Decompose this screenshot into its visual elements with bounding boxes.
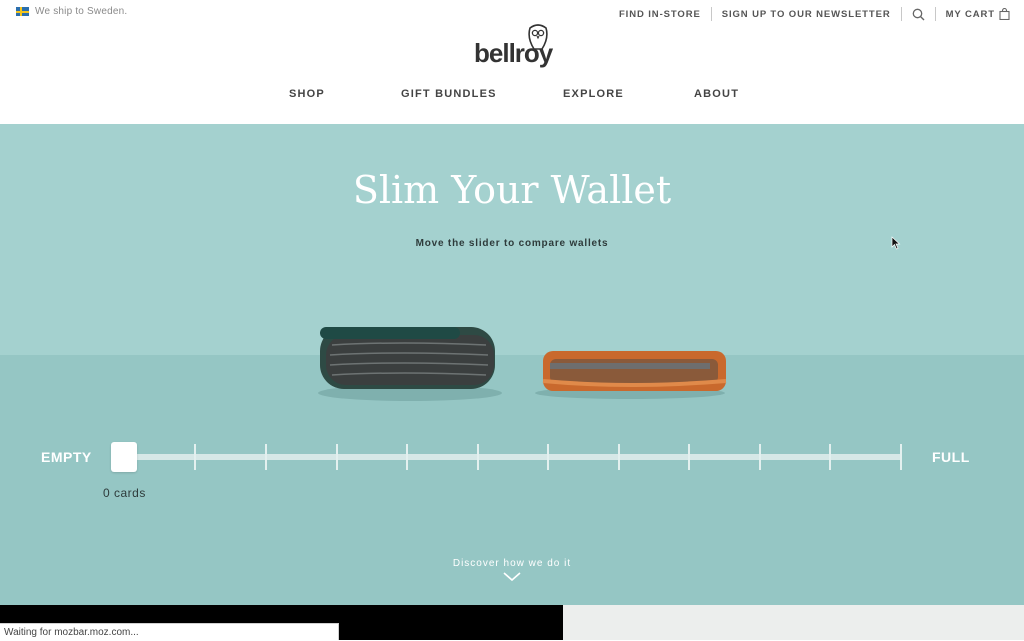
- browser-status-bar: Waiting for mozbar.moz.com...: [0, 623, 339, 640]
- search-icon[interactable]: [902, 8, 935, 21]
- card-count: 0 cards: [103, 486, 146, 500]
- sweden-flag-icon: [16, 7, 29, 16]
- slider-tick: [688, 444, 690, 470]
- slider-tick: [829, 444, 831, 470]
- slider-tick: [406, 444, 408, 470]
- slider-tick: [759, 444, 761, 470]
- wallet-comparison-image: [318, 327, 727, 401]
- chevron-down-icon[interactable]: [503, 572, 521, 582]
- discover-link[interactable]: Discover how we do it: [0, 558, 1024, 569]
- slider-tick: [477, 444, 479, 470]
- hero-section: Slim Your Wallet Move the slider to comp…: [0, 124, 1024, 605]
- slider-tick: [265, 444, 267, 470]
- logo-text: bellroy: [474, 38, 553, 68]
- cart-link[interactable]: MY CART: [936, 8, 1010, 20]
- slim-wallet: [542, 351, 727, 391]
- ship-notice: We ship to Sweden.: [16, 6, 127, 17]
- hero-title: Slim Your Wallet: [352, 168, 672, 212]
- nav-shop[interactable]: SHOP: [289, 88, 325, 100]
- slider-handle[interactable]: [111, 442, 137, 472]
- nav-explore[interactable]: EXPLORE: [563, 88, 624, 100]
- thick-wallet: [320, 327, 495, 389]
- bag-icon: [999, 8, 1010, 20]
- top-links: FIND IN-STORE SIGN UP TO OUR NEWSLETTER …: [609, 7, 1010, 21]
- hero-subtitle: Move the slider to compare wallets: [415, 238, 609, 249]
- slider-tick: [547, 444, 549, 470]
- next-section-light: [563, 605, 1024, 640]
- slider-track[interactable]: [124, 454, 902, 460]
- cart-label: MY CART: [945, 8, 995, 20]
- wallet-slider[interactable]: EMPTY FULL: [0, 424, 1024, 484]
- slider-tick: [336, 444, 338, 470]
- nav-gift-bundles[interactable]: GIFT BUNDLES: [401, 88, 497, 100]
- nav-about[interactable]: ABOUT: [694, 88, 739, 100]
- slider-max-label: FULL: [932, 449, 970, 465]
- slider-tick: [618, 444, 620, 470]
- mouse-cursor-icon: [891, 236, 901, 250]
- slider-min-label: EMPTY: [41, 449, 92, 465]
- slider-tick: [900, 444, 902, 470]
- ship-text: We ship to Sweden.: [35, 6, 128, 17]
- newsletter-link[interactable]: SIGN UP TO OUR NEWSLETTER: [712, 9, 901, 20]
- bellroy-logo[interactable]: bellroy: [474, 22, 554, 74]
- find-in-store-link[interactable]: FIND IN-STORE: [609, 9, 711, 20]
- slider-tick: [194, 444, 196, 470]
